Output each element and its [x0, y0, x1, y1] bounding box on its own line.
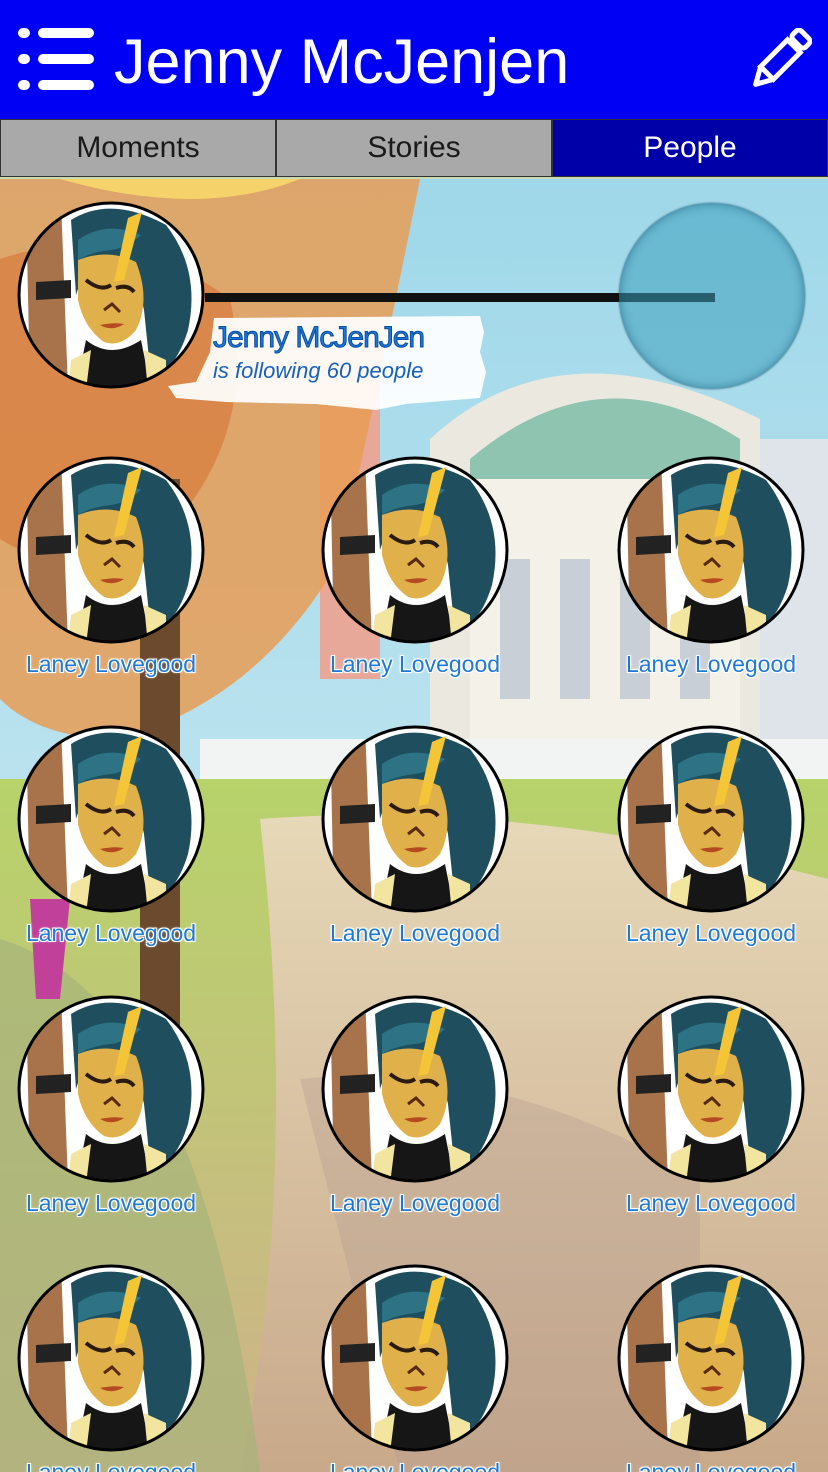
app-screen: Jenny McJenjen Moments Stories People Je…: [0, 0, 828, 1472]
menu-icon-row: [18, 54, 96, 64]
menu-button[interactable]: [18, 28, 96, 92]
person-card[interactable]: Laney Lovegood: [315, 724, 515, 960]
person-card[interactable]: Laney Lovegood: [611, 724, 811, 960]
menu-icon-row: [18, 80, 96, 90]
person-card[interactable]: Laney Lovegood: [11, 724, 211, 960]
menu-icon-row: [18, 28, 96, 38]
person-name: Laney Lovegood: [625, 1190, 797, 1216]
person-avatar: [320, 724, 510, 914]
person-avatar: [16, 724, 206, 914]
person-name: Laney Lovegood: [625, 1459, 797, 1472]
following-count: is following 60 people: [213, 358, 424, 383]
person-name: Laney Lovegood: [25, 920, 197, 946]
person-avatar: [320, 1263, 510, 1453]
person-name: Laney Lovegood: [329, 1459, 501, 1472]
person-name: Laney Lovegood: [329, 920, 501, 946]
person-name: Laney Lovegood: [25, 1190, 197, 1216]
tab-people[interactable]: People: [552, 119, 828, 177]
person-card[interactable]: Laney Lovegood: [315, 1263, 515, 1472]
person-card[interactable]: Laney Lovegood: [315, 455, 515, 691]
tab-moments[interactable]: Moments: [0, 119, 276, 177]
person-card[interactable]: Laney Lovegood: [611, 994, 811, 1230]
person-name: Laney Lovegood: [625, 651, 797, 677]
person-card[interactable]: Laney Lovegood: [11, 455, 211, 691]
person-card[interactable]: Laney Lovegood: [11, 994, 211, 1230]
profile-avatar[interactable]: [16, 200, 206, 390]
person-name: Laney Lovegood: [329, 1190, 501, 1216]
person-avatar: [320, 994, 510, 1184]
edit-button[interactable]: [746, 27, 813, 94]
pencil-icon: [753, 27, 813, 87]
person-avatar: [616, 724, 806, 914]
person-name: Laney Lovegood: [329, 651, 501, 677]
person-name: Laney Lovegood: [25, 651, 197, 677]
tab-stories[interactable]: Stories: [276, 119, 552, 177]
person-avatar: [16, 1263, 206, 1453]
app-header: Jenny McJenjen: [0, 0, 828, 119]
person-name: Laney Lovegood: [25, 1459, 197, 1472]
person-avatar: [16, 455, 206, 645]
person-avatar: [616, 1263, 806, 1453]
follow-button[interactable]: [619, 203, 805, 389]
person-card[interactable]: Laney Lovegood: [611, 1263, 811, 1472]
person-avatar: [16, 994, 206, 1184]
person-avatar: [320, 455, 510, 645]
tab-bar: Moments Stories People: [0, 119, 828, 179]
page-title: Jenny McJenjen: [114, 27, 570, 97]
person-avatar: [616, 994, 806, 1184]
profile-name: Jenny McJenJen: [212, 321, 425, 355]
person-card[interactable]: Laney Lovegood: [315, 994, 515, 1230]
person-card[interactable]: Laney Lovegood: [11, 1263, 211, 1472]
person-card[interactable]: Laney Lovegood: [611, 455, 811, 691]
person-name: Laney Lovegood: [625, 920, 797, 946]
person-avatar: [616, 455, 806, 645]
